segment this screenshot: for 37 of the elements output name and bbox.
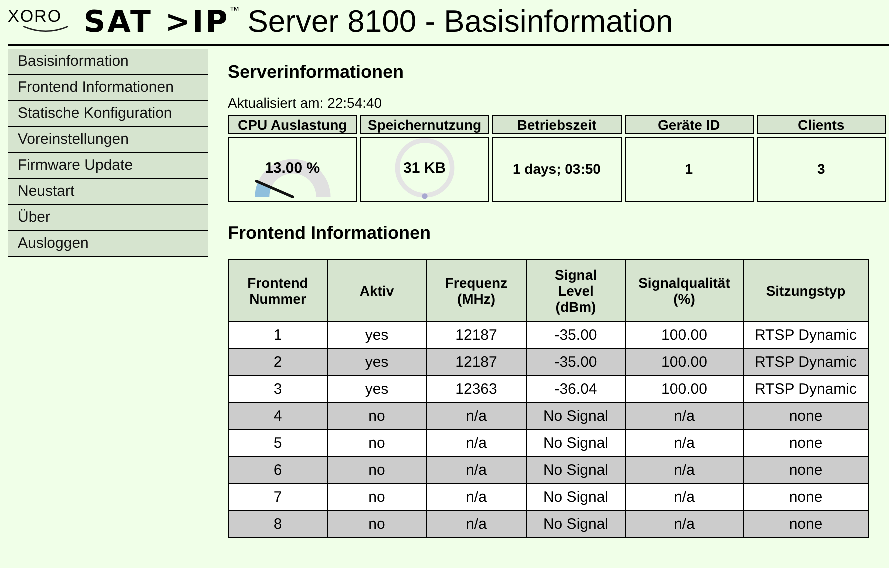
nav-link[interactable]: Frontend Informationen xyxy=(8,75,208,101)
brand-logo: XORO xyxy=(8,8,70,32)
column-header: Clients xyxy=(756,115,886,134)
nav-link[interactable]: Neustart xyxy=(8,179,208,205)
table-cell: no xyxy=(328,510,426,538)
column-header: Signalqualität (%) xyxy=(626,260,744,322)
table-cell: 8 xyxy=(228,510,328,538)
table-cell: n/a xyxy=(626,510,744,538)
column-header: Betriebszeit xyxy=(492,115,622,134)
stat-value: 1 xyxy=(685,160,694,176)
column-header: Speichernutzung xyxy=(360,115,490,134)
column-header: Signal Level (dBm) xyxy=(526,260,626,322)
column-header: CPU Auslastung xyxy=(228,115,358,134)
table-cell: No Signal xyxy=(526,510,626,538)
table-cell: n/a xyxy=(426,510,526,538)
nav-link[interactable]: Statische Konfiguration xyxy=(8,101,208,127)
section-heading: Serverinformationen xyxy=(228,62,406,83)
product-logo: SAT >IP xyxy=(84,4,230,40)
column-header: Frequenz (MHz) xyxy=(426,260,526,322)
section-heading: Frontend Informationen xyxy=(228,223,432,244)
column-header: Geräte ID xyxy=(624,115,754,134)
column-header: Aktiv xyxy=(328,260,426,322)
nav-link[interactable]: Firmware Update xyxy=(8,153,208,179)
nav-link[interactable]: Basisinformation xyxy=(8,49,208,75)
table-cell: none xyxy=(744,510,868,538)
stat-value: 1 days; 03:50 xyxy=(512,160,601,176)
memory-value: 31 KB xyxy=(402,160,448,177)
nav-link[interactable]: Voreinstellungen xyxy=(8,127,208,153)
page-title: Server 8100 - Basisinformation xyxy=(248,4,674,40)
trademark-sign: ™ xyxy=(230,6,240,17)
cpu-value: 13.00 % xyxy=(264,160,322,177)
nav-link[interactable]: Ausloggen xyxy=(8,231,208,257)
update-time: Aktualisiert am: 22:54:40 xyxy=(228,95,384,111)
column-header: Sitzungstyp xyxy=(744,260,868,322)
stat-value: 3 xyxy=(817,160,826,176)
column-header: Frontend Nummer xyxy=(228,260,328,322)
nav-link[interactable]: Über xyxy=(8,205,208,231)
